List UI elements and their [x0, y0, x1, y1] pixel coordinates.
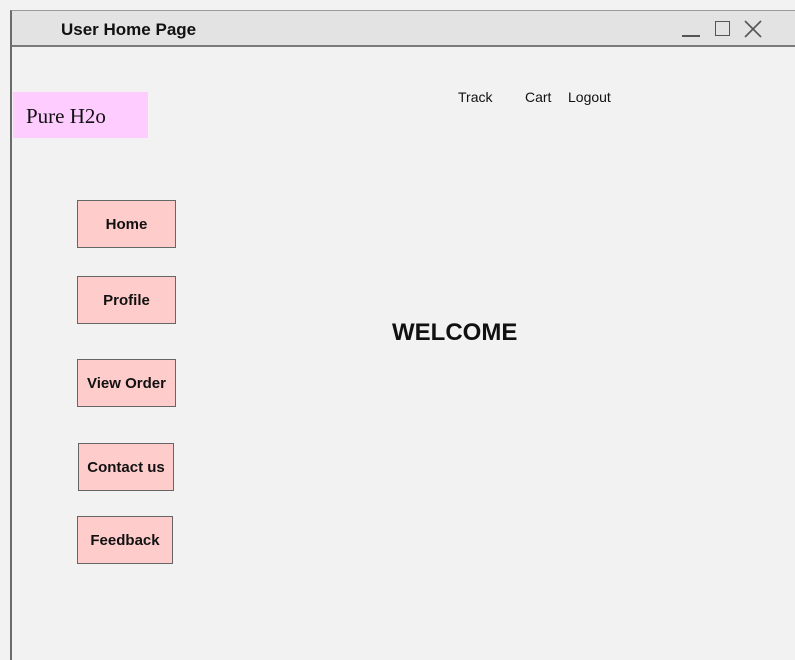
logo-text: Pure H2o: [26, 104, 106, 128]
close-button[interactable]: [741, 16, 765, 42]
maximize-button[interactable]: [711, 16, 735, 42]
minimize-icon: [682, 35, 700, 37]
feedback-button[interactable]: Feedback: [77, 516, 173, 564]
app-window: User Home Page Pure H2o Track Cart Logou…: [10, 10, 795, 660]
welcome-heading: WELCOME: [392, 319, 518, 346]
home-button[interactable]: Home: [77, 200, 176, 248]
track-link[interactable]: Track: [458, 89, 492, 105]
window-title: User Home Page: [61, 20, 197, 39]
minimize-button[interactable]: [679, 16, 703, 42]
logout-link[interactable]: Logout: [568, 89, 611, 105]
brand-logo: Pure H2o: [13, 92, 148, 138]
profile-button[interactable]: Profile: [77, 276, 176, 324]
maximize-icon: [715, 21, 730, 36]
cart-link[interactable]: Cart: [525, 89, 551, 105]
title-bar: User Home Page: [12, 11, 795, 47]
view-order-button[interactable]: View Order: [77, 359, 176, 407]
contact-us-button[interactable]: Contact us: [78, 443, 174, 491]
close-icon: [744, 20, 762, 38]
